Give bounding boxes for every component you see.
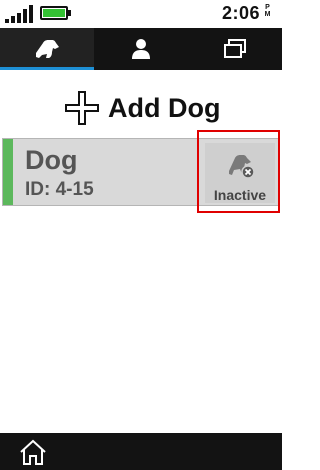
dog-status-button[interactable]: Inactive bbox=[205, 143, 275, 203]
add-dog-button[interactable]: Add Dog bbox=[64, 88, 234, 128]
tab-dogs[interactable] bbox=[0, 28, 94, 70]
plus-icon bbox=[65, 91, 99, 125]
battery-tip bbox=[68, 10, 71, 16]
home-button[interactable] bbox=[16, 437, 50, 467]
battery-level bbox=[43, 9, 65, 17]
dog-id: ID: 4-15 bbox=[25, 179, 94, 200]
home-icon bbox=[20, 439, 46, 465]
clock-ampm: P M bbox=[262, 4, 273, 18]
active-tab-indicator bbox=[0, 67, 94, 70]
cellular-signal-icon bbox=[5, 5, 33, 23]
bottom-bar bbox=[0, 433, 282, 470]
inactive-dog-icon bbox=[229, 155, 255, 179]
dog-status-indicator bbox=[3, 139, 13, 205]
dog-icon bbox=[36, 40, 59, 58]
status-bar: 2:06 P M bbox=[0, 0, 282, 28]
stacked-windows-icon bbox=[224, 39, 246, 58]
tab-bar bbox=[0, 28, 282, 70]
battery-icon bbox=[40, 6, 68, 20]
clock-ampm-bottom: M bbox=[264, 11, 271, 18]
dog-list-item[interactable]: Dog ID: 4-15 Inactive bbox=[2, 138, 280, 206]
add-dog-label: Add Dog bbox=[108, 92, 221, 123]
clock-time: 2:06 bbox=[221, 3, 260, 23]
person-icon bbox=[132, 39, 150, 59]
dog-status-label: Inactive bbox=[213, 187, 267, 203]
tab-windows[interactable] bbox=[188, 28, 282, 70]
tab-contacts[interactable] bbox=[94, 28, 188, 70]
clock-ampm-top: P bbox=[265, 4, 270, 11]
dog-name: Dog bbox=[25, 145, 78, 175]
